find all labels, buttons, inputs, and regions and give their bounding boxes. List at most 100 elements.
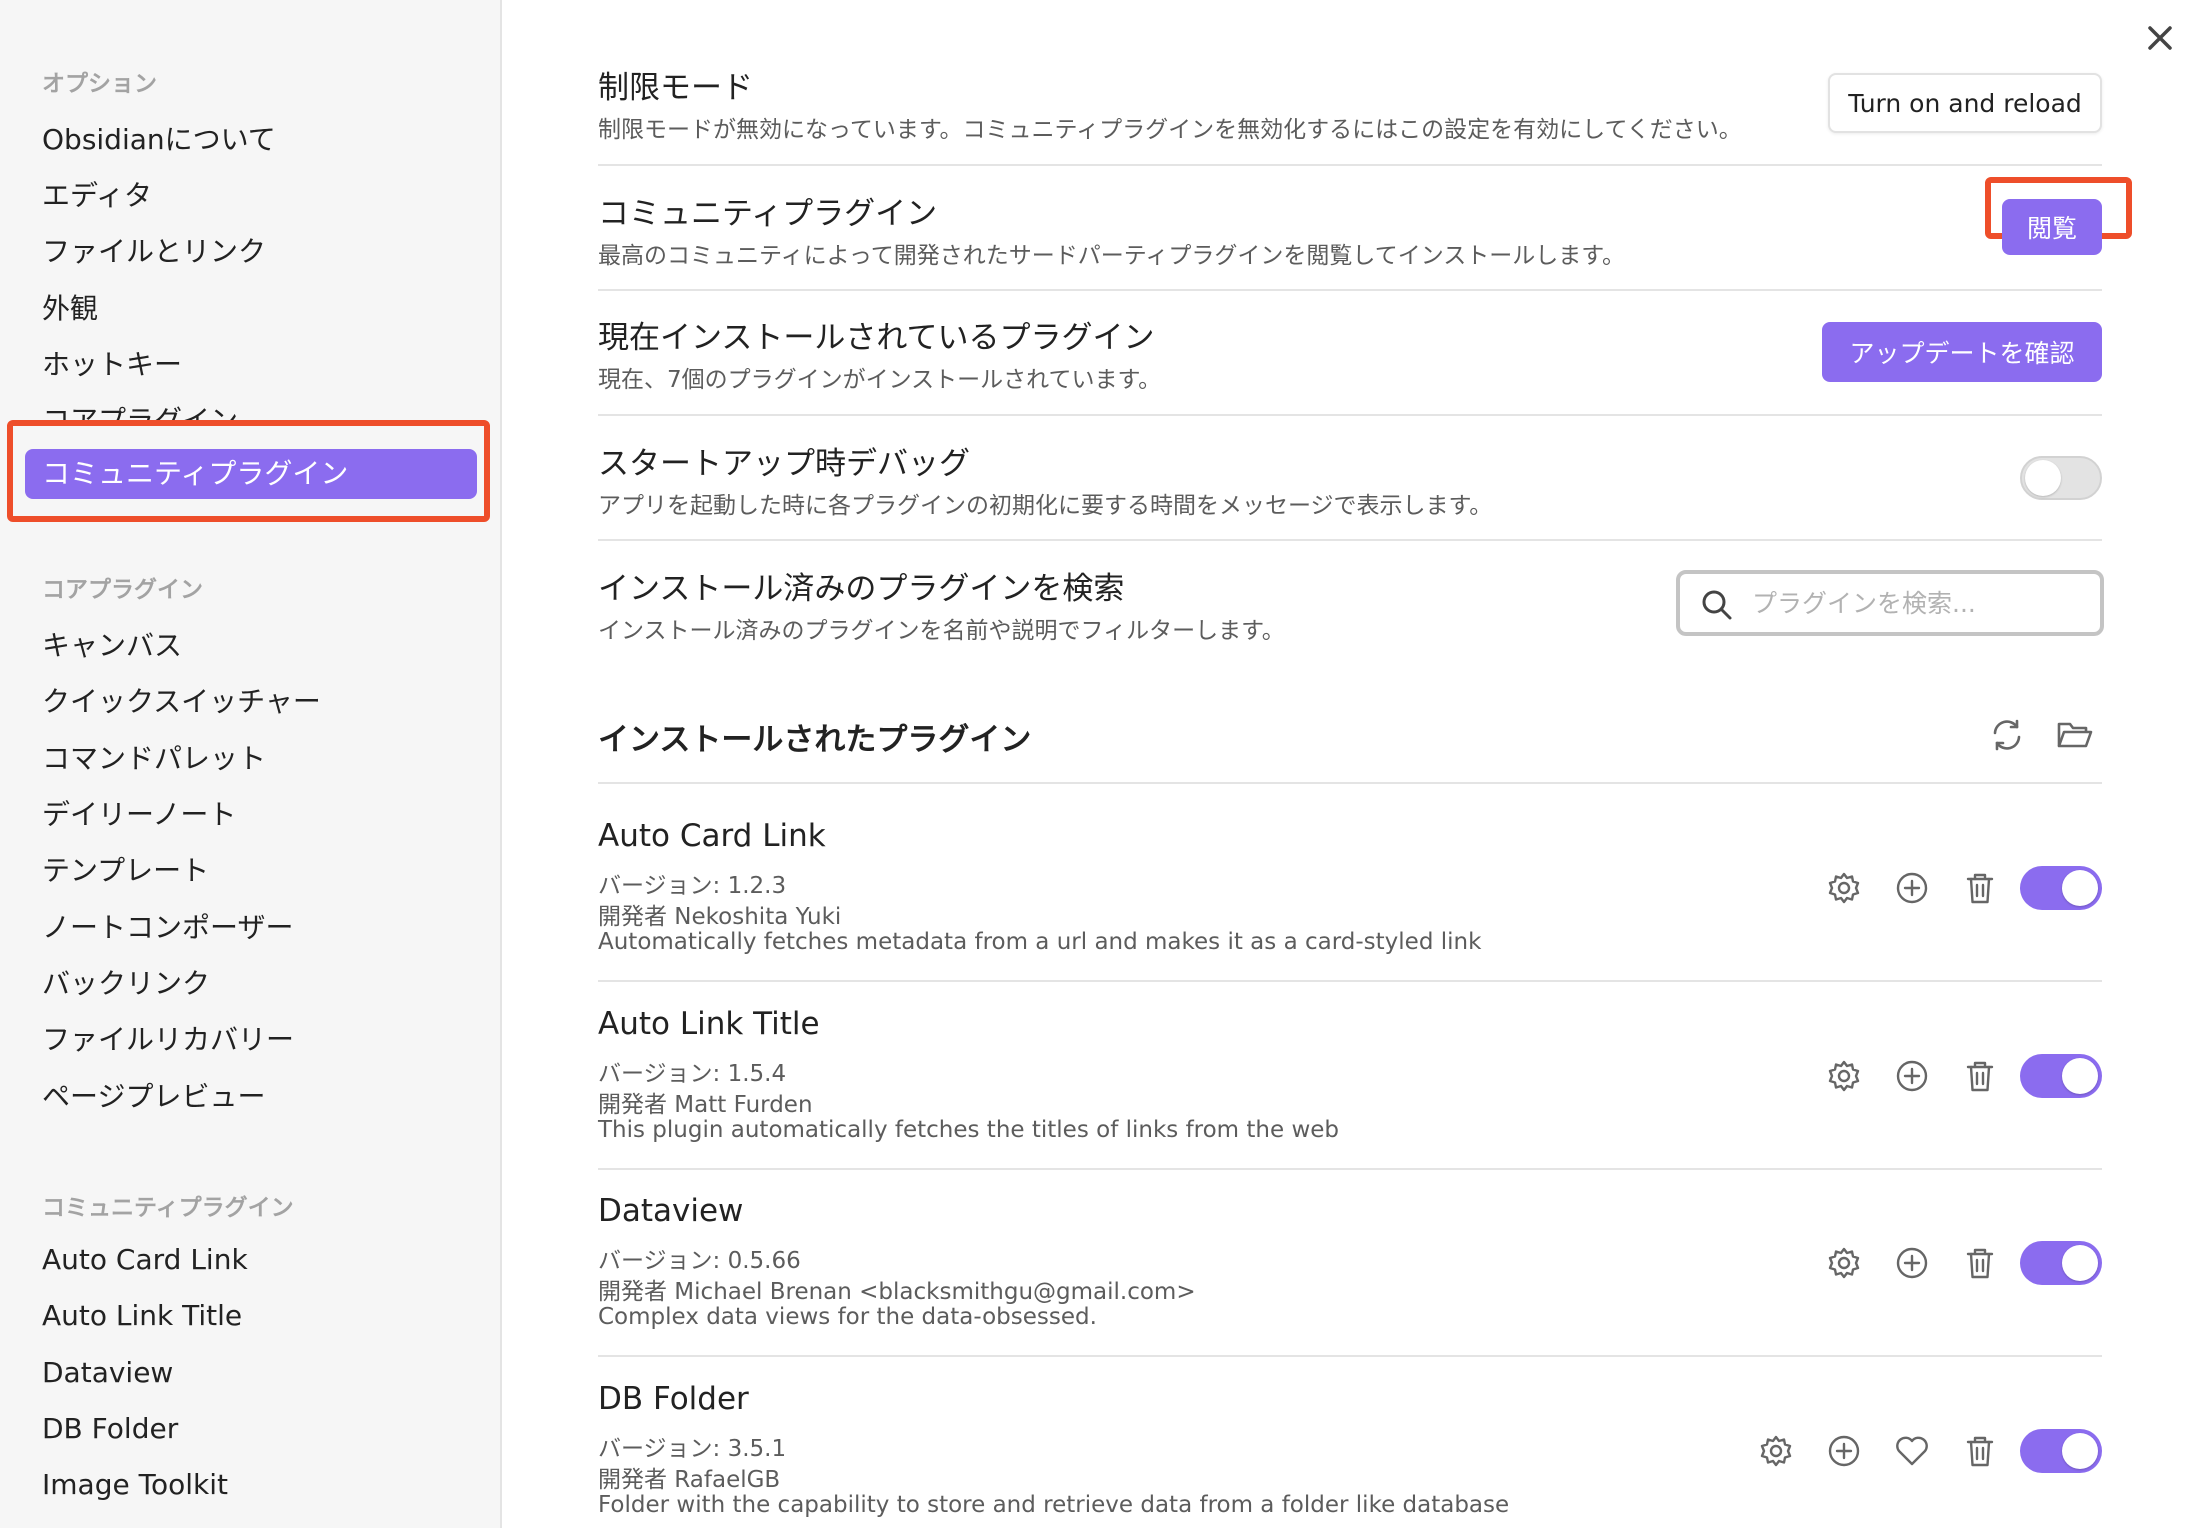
heart-icon <box>1896 1436 1928 1466</box>
sidebar-item-page-preview[interactable]: ページプレビュー <box>42 1075 265 1115</box>
setting-description: 最高のコミュニティによって開発されたサードパーティプラグインを閲覧してインストー… <box>598 243 1625 269</box>
sidebar-item-files-links[interactable]: ファイルとリンク <box>42 230 266 270</box>
sidebar-item-dataview[interactable]: Dataview <box>42 1356 173 1389</box>
plus-circle-icon <box>1828 1435 1860 1467</box>
trash-icon <box>1966 873 1994 904</box>
sidebar-item-hotkeys[interactable]: ホットキー <box>42 343 182 383</box>
setting-community-plugins: コミュニティプラグイン 最高のコミュニティによって開発されたサードパーティプラグ… <box>598 166 2102 291</box>
plugin-name: Dataview <box>598 1193 744 1229</box>
toggle-knob <box>2025 460 2061 496</box>
sidebar-section-core-plugins: コアプラグイン <box>42 577 203 603</box>
plugin-donate-button[interactable] <box>1888 1427 1936 1475</box>
toggle-knob <box>2062 870 2098 906</box>
plus-circle-icon <box>1896 1060 1928 1092</box>
plugin-author: 開発者 Matt Furden <box>598 1092 813 1118</box>
close-button[interactable] <box>2138 16 2182 60</box>
plugin-version: バージョン: 1.5.4 <box>598 1061 787 1087</box>
sidebar-item-file-recovery[interactable]: ファイルリカバリー <box>42 1018 294 1058</box>
plugin-settings-button[interactable] <box>1820 864 1868 912</box>
plugin-uninstall-button[interactable] <box>1956 864 2004 912</box>
plugin-enable-toggle[interactable] <box>2020 1054 2102 1098</box>
gear-icon <box>1828 1060 1860 1092</box>
browse-button[interactable]: 閲覧 <box>2002 199 2102 255</box>
plus-circle-icon <box>1896 872 1928 904</box>
trash-icon <box>1966 1061 1994 1092</box>
plugin-author: 開発者 Nekoshita Yuki <box>598 904 842 930</box>
sidebar-section-options: オプション <box>42 71 157 97</box>
sidebar-item-appearance[interactable]: 外観 <box>42 287 98 327</box>
plugin-settings-button[interactable] <box>1820 1052 1868 1100</box>
plugin-add-hotkey-button[interactable] <box>1888 1052 1936 1100</box>
sidebar-section-community-plugins: コミュニティプラグイン <box>42 1195 294 1221</box>
sidebar-item-command-palette[interactable]: コマンドパレット <box>42 737 266 777</box>
sidebar-item-editor[interactable]: エディタ <box>42 174 152 214</box>
toggle-knob <box>2062 1433 2098 1469</box>
reload-icon <box>1993 719 2021 751</box>
sidebar-item-templates[interactable]: テンプレート <box>42 849 209 889</box>
plugin-author: 開発者 Michael Brenan <blacksmithgu@gmail.c… <box>598 1279 1196 1305</box>
plugin-uninstall-button[interactable] <box>1956 1239 2004 1287</box>
plugin-uninstall-button[interactable] <box>1956 1052 2004 1100</box>
setting-name: インストール済みのプラグインを検索 <box>598 571 1125 607</box>
trash-icon <box>1966 1436 1994 1467</box>
setting-description: アプリを起動した時に各プラグインの初期化に要する時間をメッセージで表示します。 <box>598 493 1493 519</box>
sidebar-item-daily-notes[interactable]: デイリーノート <box>42 793 236 833</box>
plugin-author: 開発者 RafaelGB <box>598 1467 781 1493</box>
plugin-enable-toggle[interactable] <box>2020 1241 2102 1285</box>
reload-plugins-button[interactable] <box>1983 711 2031 759</box>
plugin-settings-button[interactable] <box>1752 1427 1800 1475</box>
plugin-divider <box>598 1168 2102 1170</box>
plugin-divider <box>598 1355 2102 1357</box>
open-plugins-folder-button[interactable] <box>2051 711 2099 759</box>
sidebar-item-image-toolkit[interactable]: Image Toolkit <box>42 1468 228 1501</box>
sidebar-item-auto-link-title[interactable]: Auto Link Title <box>42 1299 242 1332</box>
toggle-knob <box>2062 1058 2098 1094</box>
sidebar-item-canvas[interactable]: キャンバス <box>42 624 182 664</box>
check-updates-button[interactable]: アップデートを確認 <box>1822 322 2102 382</box>
plugin-enable-toggle[interactable] <box>2020 1429 2102 1473</box>
plugin-description: Automatically fetches metadata from a ur… <box>598 929 1482 955</box>
sidebar-item-note-composer[interactable]: ノートコンポーザー <box>42 906 293 946</box>
plugin-divider <box>598 980 2102 982</box>
folder-open-icon <box>2057 722 2093 748</box>
plugin-enable-toggle[interactable] <box>2020 866 2102 910</box>
sidebar-item-about[interactable]: Obsidianについて <box>42 118 276 158</box>
gear-icon <box>1828 872 1860 904</box>
plugin-item-dataview: Dataview バージョン: 0.5.66 開発者 Michael Brena… <box>598 1193 2102 1343</box>
setting-description: インストール済みのプラグインを名前や説明でフィルターします。 <box>598 618 1285 644</box>
turn-on-and-reload-button[interactable]: Turn on and reload <box>1828 73 2102 133</box>
plugin-search-box <box>1676 570 2104 636</box>
plugin-add-hotkey-button[interactable] <box>1888 864 1936 912</box>
plugin-version: バージョン: 0.5.66 <box>598 1248 801 1274</box>
plugin-description: Complex data views for the data-obsessed… <box>598 1304 1097 1330</box>
plugin-item-db-folder: DB Folder バージョン: 3.5.1 開発者 RafaelGB Fold… <box>598 1381 2102 1528</box>
debug-startup-toggle[interactable] <box>2020 456 2102 500</box>
plugin-item-auto-card-link: Auto Card Link バージョン: 1.2.3 開発者 Nekoshit… <box>598 818 2102 968</box>
plugin-name: DB Folder <box>598 1381 749 1417</box>
plugin-uninstall-button[interactable] <box>1956 1427 2004 1475</box>
plugin-name: Auto Link Title <box>598 1006 820 1042</box>
sidebar-item-backlinks[interactable]: バックリンク <box>42 962 210 1002</box>
search-icon <box>1702 590 1732 620</box>
plugin-search-input[interactable] <box>1752 584 2082 622</box>
sidebar-item-community-plugins[interactable]: コミュニティプラグイン <box>25 449 477 499</box>
sidebar-item-db-folder[interactable]: DB Folder <box>42 1412 178 1445</box>
setting-name: スタートアップ時デバッグ <box>598 446 970 482</box>
sidebar-item-auto-card-link[interactable]: Auto Card Link <box>42 1243 248 1276</box>
heading-divider <box>598 782 2102 784</box>
plugin-add-hotkey-button[interactable] <box>1820 1427 1868 1475</box>
plugin-settings-button[interactable] <box>1820 1239 1868 1287</box>
sidebar-item-quick-switcher[interactable]: クイックスイッチャー <box>42 680 321 720</box>
settings-sidebar: オプション Obsidianについて エディタ ファイルとリンク 外観 ホットキ… <box>0 0 502 1528</box>
plugin-description: This plugin automatically fetches the ti… <box>598 1117 1340 1143</box>
plugin-description: Folder with the capability to store and … <box>598 1492 1510 1518</box>
gear-icon <box>1828 1247 1860 1279</box>
toggle-knob <box>2062 1245 2098 1281</box>
plugin-item-auto-link-title: Auto Link Title バージョン: 1.5.4 開発者 Matt Fu… <box>598 1006 2102 1156</box>
plugin-add-hotkey-button[interactable] <box>1888 1239 1936 1287</box>
installed-plugins-heading: インストールされたプラグイン <box>598 722 1032 758</box>
setting-name: 制限モード <box>598 70 753 106</box>
gear-icon <box>1760 1435 1792 1467</box>
setting-name: 現在インストールされているプラグイン <box>598 320 1155 356</box>
sidebar-item-core-plugins[interactable]: コアプラグイン <box>42 399 238 421</box>
